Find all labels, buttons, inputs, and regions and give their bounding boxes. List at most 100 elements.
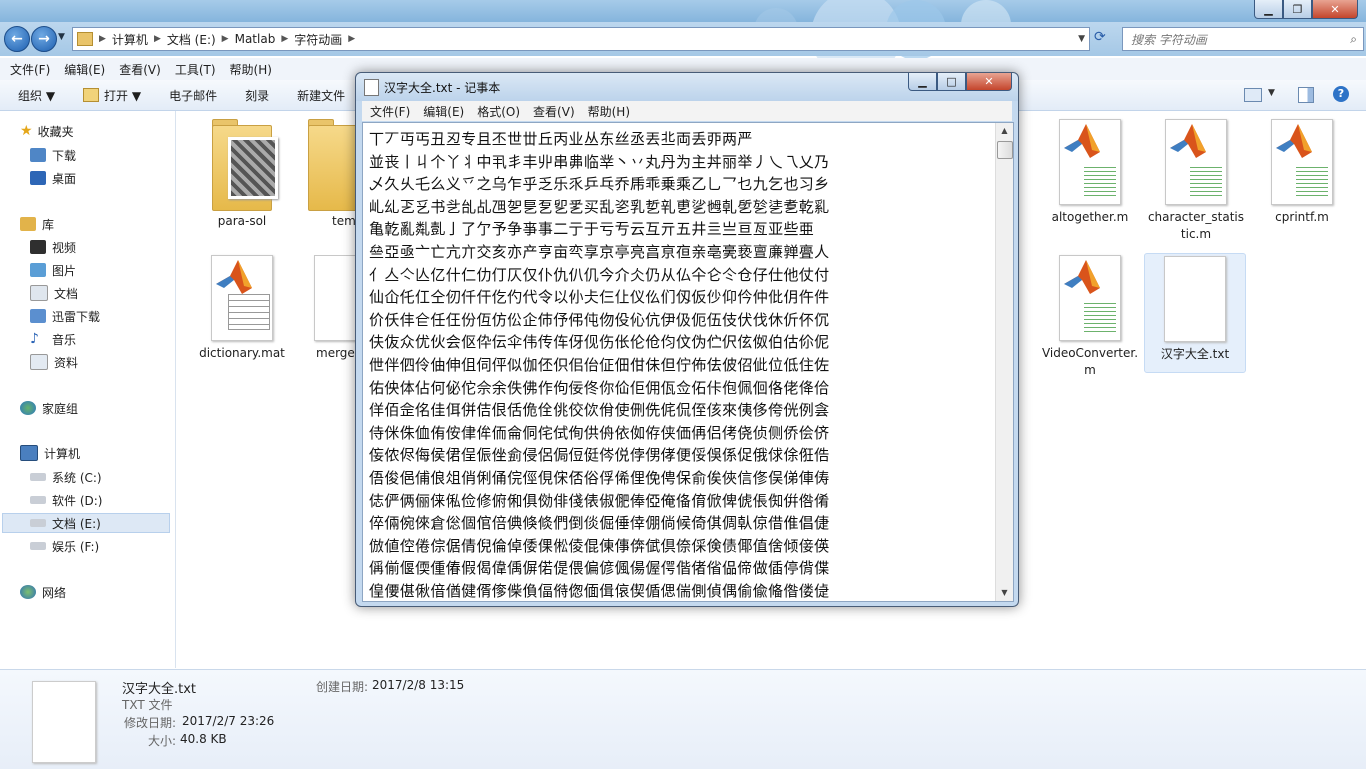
help-icon[interactable]: ? bbox=[1333, 86, 1349, 102]
notepad-text-line[interactable]: 佯佰佱佲佳佴併佶佷佸佹佺佻佼佽佾使侀侁侂侃侄侅來侇侈侉侊例侌 bbox=[369, 399, 989, 422]
file-item-m[interactable]: character_statistic.m bbox=[1146, 119, 1246, 243]
notepad-text-line[interactable]: 乄久乆乇么义乊之乌乍乎乏乐乑乒乓乔乕乖乗乘乙乚乛乜九乞也习乡 bbox=[369, 173, 989, 196]
nav-item-thunder-downloads[interactable]: 迅雷下载 bbox=[30, 306, 100, 326]
notepad-title-bar[interactable]: 汉字大全.txt - 记事本 ▁ □ ✕ bbox=[356, 73, 1018, 101]
breadcrumb-current-folder[interactable]: 字符动画 bbox=[294, 31, 342, 48]
notepad-text-line[interactable]: 侍侎侏侐侑侒侓侔侕侖侗侘侙侚供侜依侞侟侠価侢侣侤侥侦侧侨侩侪 bbox=[369, 422, 989, 445]
breadcrumb-separator[interactable]: ▶ bbox=[348, 34, 355, 44]
notepad-text-content[interactable]: 丅丆丏丐丑丒专且丕世丗丘丙业丛东丝丞丟丠両丢丣两严 並丧丨丩个丫丬中丮丯丰丱串丳临… bbox=[369, 128, 989, 601]
breadcrumb-separator[interactable]: ▶ bbox=[154, 34, 161, 44]
notepad-text-line[interactable]: 价仸仹仺任仼份仾仿伀企伂伃伄伅伆伇伈伉伊伋伌伍伎伏伐休伒伓伔 bbox=[369, 309, 989, 332]
notepad-menu-file[interactable]: 文件(F) bbox=[370, 103, 410, 120]
notepad-text-line[interactable]: 乢乣乤乥书乧乨乩乪乫乬乭乮乯买乱乲乳乴乵乶乷乸乹乺乻乼乽乾乿 bbox=[369, 196, 989, 219]
file-item-doc[interactable]: merge bbox=[300, 255, 358, 362]
preview-pane-icon[interactable] bbox=[1298, 87, 1314, 103]
notepad-close-button[interactable]: ✕ bbox=[966, 73, 1012, 91]
nav-favorites[interactable]: ★ 收藏夹 bbox=[20, 121, 74, 141]
address-bar[interactable]: ▶ 计算机 ▶ 文档 (E:) ▶ Matlab ▶ 字符动画 ▶ ▼ bbox=[72, 27, 1090, 51]
burn-button[interactable]: 刻录 bbox=[245, 87, 269, 104]
notepad-menu-format[interactable]: 格式(O) bbox=[477, 103, 520, 120]
nav-item-music[interactable]: ♪ 音乐 bbox=[30, 329, 76, 349]
file-item-m[interactable]: VideoConverter.m bbox=[1040, 255, 1140, 379]
menu-view[interactable]: 查看(V) bbox=[119, 61, 161, 78]
notepad-text-area[interactable]: 丅丆丏丐丑丒专且丕世丗丘丙业丛东丝丞丟丠両丢丣两严 並丧丨丩个丫丬中丮丯丰丱串丳临… bbox=[362, 122, 1014, 602]
nav-item-materials[interactable]: 资料 bbox=[30, 352, 78, 372]
nav-item-documents[interactable]: 文档 bbox=[30, 283, 78, 303]
maximize-button[interactable]: ❐ bbox=[1283, 0, 1312, 19]
nav-item-label: 系统 (C:) bbox=[52, 470, 102, 485]
notepad-text-line[interactable]: 伕伖众优伙会伛伜伝伞伟传伡伢伣伤伥伦伧伨伩伪伫伬伭伮伯估伱伲 bbox=[369, 331, 989, 354]
notepad-text-line[interactable]: 伳伴伵伶伷伸伹伺伻似伽伾伿佀佁佂佃佄佅但佇佈佉佊佋佌位低住佐 bbox=[369, 354, 989, 377]
search-input[interactable]: 搜索 字符动画 ⌕ bbox=[1122, 27, 1364, 51]
file-item-txt-selected[interactable]: 汉字大全.txt bbox=[1144, 253, 1246, 373]
file-item-folder[interactable]: tem bbox=[300, 119, 358, 230]
mat-file-icon bbox=[211, 255, 273, 341]
nav-item-drive-f[interactable]: 娱乐 (F:) bbox=[30, 536, 99, 556]
address-history-dropdown[interactable]: ▼ bbox=[1078, 34, 1085, 44]
notepad-text-line[interactable]: 俧俨俩俪俫俬俭修俯俰俱俲俳俴俵俶俷俸俹俺俻俼俽俾俿倀倁倂倃倄 bbox=[369, 490, 989, 513]
breadcrumb-separator[interactable]: ▶ bbox=[99, 34, 106, 44]
nav-network[interactable]: 网络 bbox=[20, 582, 66, 602]
notepad-text-line[interactable]: 亝亞亟亠亡亢亣交亥亦产亨亩亪享京亭亮亯亰亱亲亳亴亵亶亷亸亹人 bbox=[369, 241, 989, 264]
file-item-m[interactable]: cprintf.m bbox=[1252, 119, 1352, 226]
file-item-folder[interactable]: para-sol bbox=[192, 119, 292, 230]
new-folder-button[interactable]: 新建文件 bbox=[297, 87, 345, 104]
notepad-text-line[interactable]: 仙仚仛仜仝仞仟仠仡仢代令以仦仧仨仩仪仫们仭仮仯仰仱仲仳仴仵件 bbox=[369, 286, 989, 309]
nav-item-pictures[interactable]: 图片 bbox=[30, 260, 76, 280]
notepad-text-line[interactable]: 丅丆丏丐丑丒专且丕世丗丘丙业丛东丝丞丟丠両丢丣两严 bbox=[369, 128, 989, 151]
notepad-menu-edit[interactable]: 编辑(E) bbox=[423, 103, 464, 120]
menu-tools[interactable]: 工具(T) bbox=[175, 61, 216, 78]
notepad-menu-help[interactable]: 帮助(H) bbox=[588, 103, 630, 120]
nav-item-desktop[interactable]: 桌面 bbox=[30, 168, 76, 188]
breadcrumb-separator[interactable]: ▶ bbox=[281, 34, 288, 44]
close-button[interactable]: ✕ bbox=[1312, 0, 1358, 19]
minimize-button[interactable]: ▁ bbox=[1254, 0, 1283, 19]
nav-item-drive-c[interactable]: 系统 (C:) bbox=[30, 467, 102, 487]
notepad-text-line[interactable]: 偁偂偃偄偅偆假偈偉偊偋偌偍偎偏偐偑偒偓偔偕偖偗偘偙做偛停偝偞 bbox=[369, 557, 989, 580]
recent-pages-dropdown[interactable]: ▼ bbox=[58, 32, 65, 42]
breadcrumb-matlab[interactable]: Matlab bbox=[235, 32, 276, 46]
nav-item-videos[interactable]: 视频 bbox=[30, 237, 76, 257]
search-icon[interactable]: ⌕ bbox=[1350, 32, 1357, 47]
file-item-m[interactable]: altogether.m bbox=[1040, 119, 1140, 226]
change-view-icon[interactable] bbox=[1244, 88, 1262, 102]
nav-item-drive-e[interactable]: 文档 (E:) bbox=[2, 513, 170, 533]
refresh-icon[interactable]: ⟳ bbox=[1094, 29, 1106, 45]
file-item-mat[interactable]: dictionary.mat bbox=[192, 255, 292, 362]
nav-homegroup[interactable]: 家庭组 bbox=[20, 398, 78, 418]
email-button[interactable]: 电子邮件 bbox=[169, 87, 217, 104]
address-toolbar: ← → ▼ ▶ 计算机 ▶ 文档 (E:) ▶ Matlab ▶ 字符动画 ▶ … bbox=[0, 22, 1366, 56]
breadcrumb-drive-e[interactable]: 文档 (E:) bbox=[167, 31, 216, 48]
notepad-text-line[interactable]: 偟偠偡偢偣偤健偦偧偨偩偪偫偬偭偮偯偰偱偲偳側偵偶偷偸偹偺偻偼 bbox=[369, 580, 989, 601]
nav-libraries[interactable]: 库 bbox=[20, 214, 54, 234]
scrollbar-thumb[interactable] bbox=[997, 141, 1013, 159]
scroll-down-arrow-icon[interactable]: ▼ bbox=[996, 585, 1013, 601]
scroll-up-arrow-icon[interactable]: ▲ bbox=[996, 123, 1013, 139]
notepad-menu-view[interactable]: 查看(V) bbox=[533, 103, 575, 120]
notepad-text-line[interactable]: 亻亼亽亾亿什仁仂仃仄仅仆仇仈仉今介仌仍从仏仐仑仒仓仔仕他仗付 bbox=[369, 264, 989, 287]
menu-file[interactable]: 文件(F) bbox=[10, 61, 50, 78]
notepad-text-line[interactable]: 並丧丨丩个丫丬中丮丯丰丱串丳临丵丶丷丸丹为主丼丽举丿乀乁乂乃 bbox=[369, 151, 989, 174]
organize-button[interactable]: 组织 ▼ bbox=[18, 87, 55, 104]
notepad-text-line[interactable]: 亀亁亂亃亄亅了亇予争亊事二亍于亏亐云互亓五井亖亗亘亙亚些亜 bbox=[369, 218, 989, 241]
nav-computer[interactable]: 计算机 bbox=[20, 443, 80, 463]
notepad-text-line[interactable]: 佑佒体佔何佖佗佘余佚佛作佝佞佟你佡佢佣佤佥佦佧佨佩佪佫佬佭佮 bbox=[369, 377, 989, 400]
notepad-text-line[interactable]: 俉俊俋俌俍俎俏俐俑俒俓俔俕俖俗俘俙俚俛俜保俞俟俠信俢俣俤俥俦 bbox=[369, 467, 989, 490]
breadcrumb-separator[interactable]: ▶ bbox=[222, 34, 229, 44]
nav-item-downloads[interactable]: 下载 bbox=[30, 145, 76, 165]
details-file-type: TXT 文件 bbox=[122, 698, 173, 712]
view-options-dropdown[interactable]: ▼ bbox=[1268, 88, 1275, 98]
notepad-text-line[interactable]: 倣値倥倦倧倨倩倪倫倬倭倮倯倰倱倲倳倴倵倶倷倸倹债倻值倽倾倿偀 bbox=[369, 535, 989, 558]
menu-help[interactable]: 帮助(H) bbox=[230, 61, 272, 78]
notepad-text-line[interactable]: 侫侬侭侮侯侰侱侲侳侴侵侶侷侸侹侺侻侼侽侾便俀俁係促俄俅俆俇俈 bbox=[369, 444, 989, 467]
notepad-minimize-button[interactable]: ▁ bbox=[908, 73, 937, 91]
notepad-maximize-button[interactable]: □ bbox=[937, 73, 966, 91]
nav-item-drive-d[interactable]: 软件 (D:) bbox=[30, 490, 102, 510]
notepad-text-line[interactable]: 倅倆倇倈倉倊個倌倍倎倏倐們倒倓倔倕倖倗倘候倚倛倜倝倞借倠倡倢 bbox=[369, 512, 989, 535]
menu-edit[interactable]: 编辑(E) bbox=[64, 61, 105, 78]
breadcrumb-computer[interactable]: 计算机 bbox=[112, 31, 148, 48]
forward-button[interactable]: → bbox=[31, 26, 57, 52]
open-button[interactable]: 打开 ▼ bbox=[83, 87, 141, 104]
back-button[interactable]: ← bbox=[4, 26, 30, 52]
notepad-vertical-scrollbar[interactable]: ▲ ▼ bbox=[995, 123, 1013, 601]
